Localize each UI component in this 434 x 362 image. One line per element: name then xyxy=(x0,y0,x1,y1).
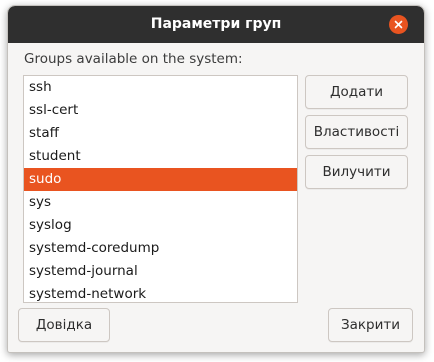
list-item[interactable]: systemd-journal xyxy=(24,260,297,283)
title-bar[interactable]: Параметри груп xyxy=(8,6,424,43)
remove-button[interactable]: Вилучити xyxy=(305,155,408,189)
add-button[interactable]: Додати xyxy=(305,75,408,109)
list-item[interactable]: syslog xyxy=(24,214,297,237)
list-item[interactable]: student xyxy=(24,145,297,168)
close-icon xyxy=(394,20,403,29)
list-item[interactable]: sys xyxy=(24,191,297,214)
list-item-selected[interactable]: sudo xyxy=(24,168,297,191)
list-item[interactable]: systemd-coredump xyxy=(24,237,297,260)
group-settings-dialog: Параметри груп Groups available on the s… xyxy=(7,5,425,353)
help-button[interactable]: Довідка xyxy=(18,308,110,342)
window-close-button[interactable] xyxy=(389,15,408,34)
groups-list[interactable]: ssh ssl-cert staff student sudo sys sysl… xyxy=(23,75,298,303)
close-button[interactable]: Закрити xyxy=(328,308,413,342)
dialog-title: Параметри груп xyxy=(150,16,282,32)
list-item[interactable]: ssl-cert xyxy=(24,99,297,122)
list-item[interactable]: systemd-network xyxy=(24,283,297,302)
list-item[interactable]: ssh xyxy=(24,76,297,99)
list-item[interactable]: staff xyxy=(24,122,297,145)
groups-list-label: Groups available on the system: xyxy=(24,51,243,67)
properties-button[interactable]: Властивості xyxy=(305,115,408,149)
